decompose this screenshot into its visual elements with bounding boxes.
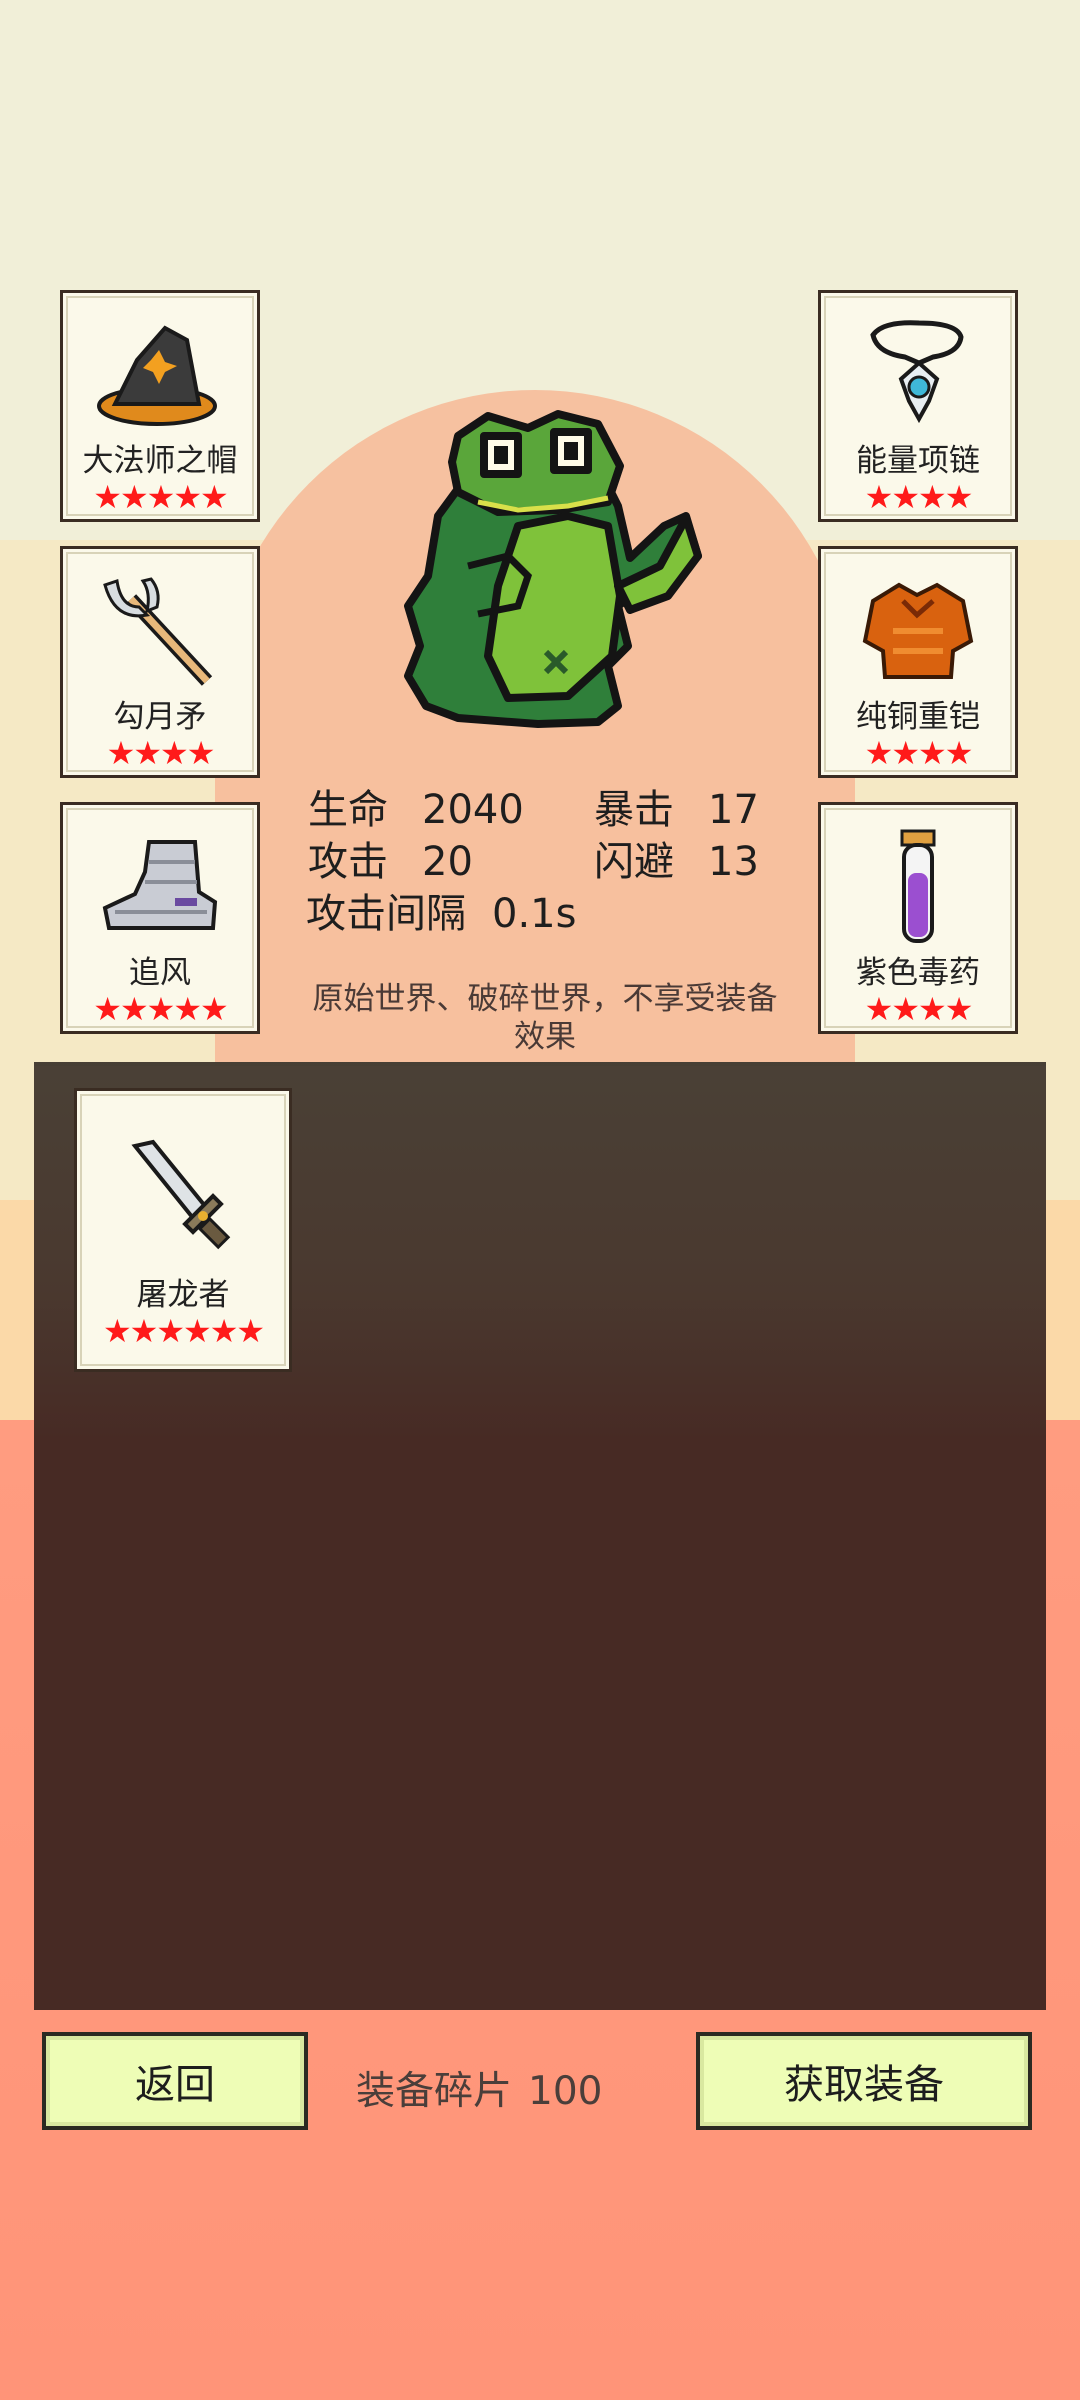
card-stars: ★★★★ [864,734,974,772]
card-name: 屠龙者 [136,1277,230,1313]
frog-character [404,410,702,728]
equip-slot-potion[interactable]: 紫色毒药 ★★★★ [818,802,1018,1034]
stat-hp: 生命 2040 [308,786,524,834]
necklace-icon [821,315,1015,435]
stat-attack-interval: 攻击间隔 0.1s [306,890,576,938]
card-name: 大法师之帽 [82,443,238,479]
copper-armor-icon [821,571,1015,691]
stat-attack-label: 攻击 [308,839,388,885]
equip-slot-necklace[interactable]: 能量项链 ★★★★ [818,290,1018,522]
stat-dodge: 闪避 13 [594,838,759,886]
card-stars: ★★★★★ [93,478,228,516]
fragments-label: 装备碎片 [356,2069,513,2114]
stat-interval-value: 0.1s [492,891,577,937]
card-stars: ★★★★★★ [102,1312,265,1350]
equip-slot-boots[interactable]: 追风 ★★★★★ [60,802,260,1034]
stat-dodge-label: 闪避 [594,839,674,885]
stat-attack-value: 20 [422,839,473,885]
fragments-count: 100 [528,2069,603,2114]
card-name: 能量项链 [856,443,980,479]
card-stars: ★★★★ [864,990,974,1028]
card-stars: ★★★★★ [93,990,228,1028]
card-stars: ★★★★ [106,734,216,772]
wizard-hat-icon [63,315,257,435]
crescent-spear-icon [63,571,257,691]
stat-dodge-value: 13 [708,839,759,885]
stat-hp-label: 生命 [308,787,388,833]
card-name: 勾月矛 [113,699,207,735]
card-name: 紫色毒药 [856,955,980,991]
equip-slot-armor[interactable]: 纯铜重铠 ★★★★ [818,546,1018,778]
equip-slot-spear[interactable]: 勾月矛 ★★★★ [60,546,260,778]
back-button[interactable]: 返回 [42,2032,308,2130]
equipment-fragments: 装备碎片 100 [356,2060,602,2116]
card-name: 纯铜重铠 [856,699,980,735]
sword-icon [77,1131,289,1261]
armored-boot-icon [63,827,257,947]
get-equipment-button[interactable]: 获取装备 [696,2032,1032,2130]
card-stars: ★★★★ [864,478,974,516]
stat-crit: 暴击 17 [594,786,759,834]
equip-slot-hat[interactable]: 大法师之帽 ★★★★★ [60,290,260,522]
purple-potion-icon [821,827,1015,947]
stat-attack: 攻击 20 [308,838,473,886]
card-name: 追风 [129,955,191,991]
stat-crit-value: 17 [708,787,759,833]
world-note: 原始世界、破碎世界，不享受装备效果 [312,981,778,1055]
inventory-item-sword[interactable]: 屠龙者 ★★★★★★ [74,1088,292,1372]
stat-hp-value: 2040 [422,787,524,833]
stat-interval-label: 攻击间隔 [306,891,466,937]
stat-crit-label: 暴击 [594,787,674,833]
